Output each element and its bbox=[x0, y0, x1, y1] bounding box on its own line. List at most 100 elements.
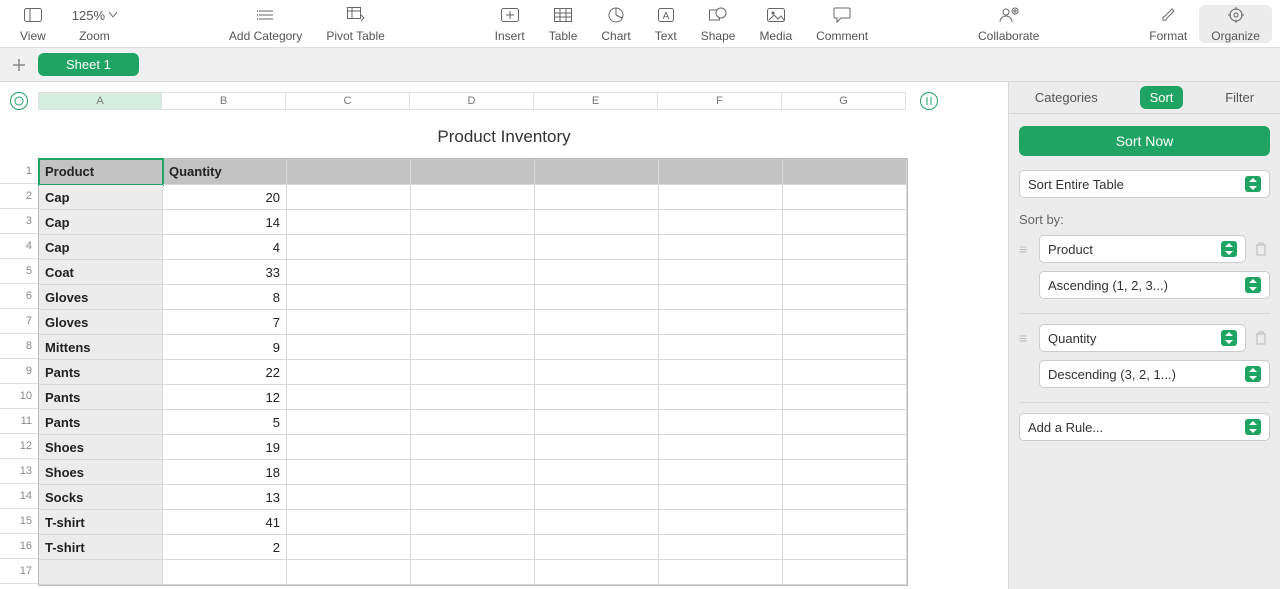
cell[interactable] bbox=[659, 560, 783, 585]
cell[interactable] bbox=[783, 210, 907, 235]
delete-rule-icon[interactable] bbox=[1254, 330, 1270, 346]
cell-A1[interactable]: Product bbox=[39, 159, 163, 185]
cell[interactable] bbox=[535, 535, 659, 560]
sort-now-button[interactable]: Sort Now bbox=[1019, 126, 1270, 156]
cell[interactable]: 9 bbox=[163, 335, 287, 360]
cell[interactable]: 33 bbox=[163, 260, 287, 285]
tab-categories[interactable]: Categories bbox=[1025, 86, 1108, 109]
cell[interactable]: 19 bbox=[163, 435, 287, 460]
cell[interactable] bbox=[411, 510, 535, 535]
cell[interactable] bbox=[411, 435, 535, 460]
cell[interactable] bbox=[287, 235, 411, 260]
row-header[interactable]: 12 bbox=[0, 434, 38, 459]
cell[interactable] bbox=[783, 235, 907, 260]
cell[interactable] bbox=[163, 560, 287, 585]
row-header[interactable]: 2 bbox=[0, 184, 38, 209]
cell[interactable]: 4 bbox=[163, 235, 287, 260]
row-header[interactable]: 15 bbox=[0, 509, 38, 534]
cell[interactable] bbox=[287, 385, 411, 410]
cell[interactable]: 13 bbox=[163, 485, 287, 510]
cell[interactable] bbox=[783, 360, 907, 385]
cell[interactable] bbox=[535, 235, 659, 260]
cell[interactable] bbox=[783, 385, 907, 410]
cell[interactable]: Coat bbox=[39, 260, 163, 285]
cell[interactable] bbox=[659, 435, 783, 460]
shape-button[interactable]: Shape bbox=[689, 5, 748, 43]
cell[interactable]: Pants bbox=[39, 360, 163, 385]
cell[interactable]: Cap bbox=[39, 235, 163, 260]
cell[interactable] bbox=[287, 410, 411, 435]
cell[interactable] bbox=[287, 435, 411, 460]
cell[interactable] bbox=[411, 485, 535, 510]
row-header[interactable]: 11 bbox=[0, 409, 38, 434]
cell[interactable] bbox=[411, 560, 535, 585]
cell[interactable]: 2 bbox=[163, 535, 287, 560]
row-header[interactable]: 4 bbox=[0, 234, 38, 259]
add-category-button[interactable]: Add Category bbox=[217, 5, 314, 43]
cell[interactable] bbox=[535, 335, 659, 360]
row-header[interactable]: 9 bbox=[0, 359, 38, 384]
cell[interactable]: Mittens bbox=[39, 335, 163, 360]
table-origin-handle[interactable] bbox=[10, 92, 28, 110]
cell[interactable] bbox=[287, 460, 411, 485]
tab-sort[interactable]: Sort bbox=[1140, 86, 1184, 109]
drag-handle-icon[interactable]: ≡ bbox=[1019, 245, 1033, 253]
cell[interactable] bbox=[659, 510, 783, 535]
col-header-A[interactable]: A bbox=[38, 92, 162, 110]
cell[interactable]: 8 bbox=[163, 285, 287, 310]
cell[interactable] bbox=[535, 460, 659, 485]
cell-G1[interactable] bbox=[783, 159, 907, 185]
cell[interactable] bbox=[411, 460, 535, 485]
cell[interactable] bbox=[287, 185, 411, 210]
insert-button[interactable]: Insert bbox=[483, 5, 537, 43]
cell[interactable] bbox=[411, 360, 535, 385]
cell[interactable] bbox=[287, 310, 411, 335]
cell[interactable] bbox=[535, 285, 659, 310]
sort-rule-1-order-select[interactable]: Ascending (1, 2, 3...) bbox=[1039, 271, 1270, 299]
cell[interactable] bbox=[411, 210, 535, 235]
cell[interactable] bbox=[535, 560, 659, 585]
cell-B1[interactable]: Quantity bbox=[163, 159, 287, 185]
cell[interactable] bbox=[783, 535, 907, 560]
row-header[interactable]: 8 bbox=[0, 334, 38, 359]
cell[interactable] bbox=[411, 410, 535, 435]
cell[interactable] bbox=[535, 485, 659, 510]
cell[interactable] bbox=[659, 310, 783, 335]
collaborate-button[interactable]: Collaborate bbox=[966, 5, 1051, 43]
row-header[interactable]: 1 bbox=[0, 158, 38, 184]
cell-D1[interactable] bbox=[411, 159, 535, 185]
media-button[interactable]: Media bbox=[747, 5, 804, 43]
cell[interactable]: 22 bbox=[163, 360, 287, 385]
spreadsheet-area[interactable]: A B C D E F G Product Inventory 12345678… bbox=[0, 82, 1008, 589]
cell[interactable] bbox=[659, 410, 783, 435]
row-header[interactable]: 6 bbox=[0, 284, 38, 309]
cell[interactable] bbox=[659, 285, 783, 310]
cell-E1[interactable] bbox=[535, 159, 659, 185]
cell[interactable]: Socks bbox=[39, 485, 163, 510]
cell-F1[interactable] bbox=[659, 159, 783, 185]
cell[interactable] bbox=[535, 385, 659, 410]
format-button[interactable]: Format bbox=[1137, 5, 1199, 43]
cell[interactable]: 12 bbox=[163, 385, 287, 410]
row-header[interactable]: 10 bbox=[0, 384, 38, 409]
cell[interactable] bbox=[783, 435, 907, 460]
cell[interactable]: Pants bbox=[39, 410, 163, 435]
cell[interactable] bbox=[535, 435, 659, 460]
cell[interactable] bbox=[783, 310, 907, 335]
cell[interactable]: 41 bbox=[163, 510, 287, 535]
cell[interactable] bbox=[783, 285, 907, 310]
cell[interactable]: 14 bbox=[163, 210, 287, 235]
cell[interactable] bbox=[287, 560, 411, 585]
cell[interactable] bbox=[783, 485, 907, 510]
cell[interactable] bbox=[287, 535, 411, 560]
add-column-handle[interactable] bbox=[920, 92, 938, 110]
cell[interactable]: Shoes bbox=[39, 435, 163, 460]
cell[interactable] bbox=[783, 185, 907, 210]
add-sheet-button[interactable] bbox=[8, 54, 30, 76]
cell[interactable]: 18 bbox=[163, 460, 287, 485]
cell[interactable]: Cap bbox=[39, 210, 163, 235]
cell[interactable] bbox=[783, 410, 907, 435]
cell[interactable] bbox=[411, 535, 535, 560]
cell[interactable] bbox=[287, 485, 411, 510]
cell[interactable] bbox=[411, 185, 535, 210]
